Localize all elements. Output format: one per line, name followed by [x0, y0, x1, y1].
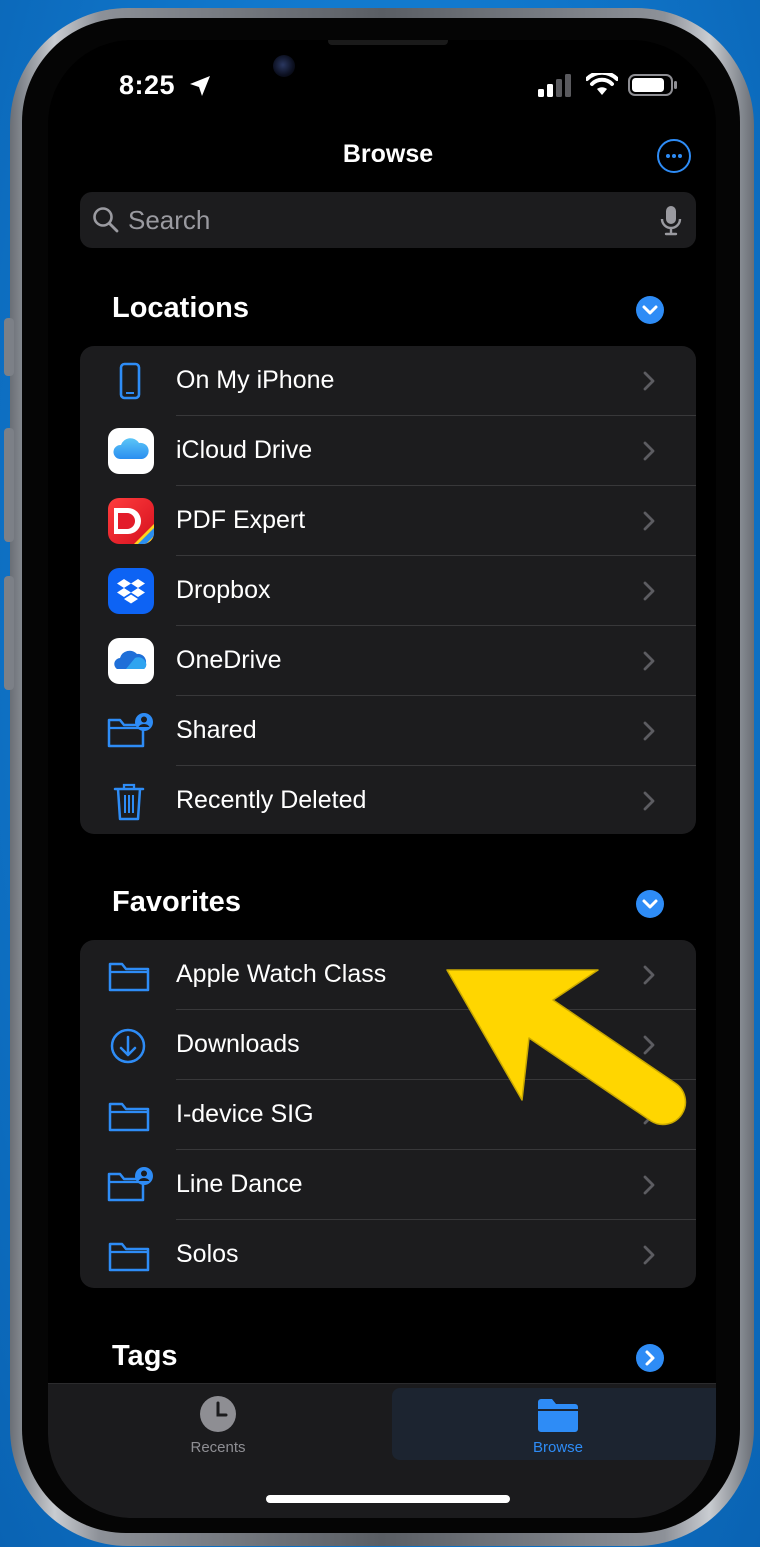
shared-folder-icon [107, 1167, 153, 1202]
iphone-icon [119, 362, 141, 400]
location-dropbox[interactable]: Dropbox [80, 556, 696, 626]
location-shared[interactable]: Shared [80, 696, 696, 766]
favorite-label: Apple Watch Class [176, 960, 387, 988]
favorite-solos[interactable]: Solos [80, 1220, 696, 1290]
folder-filled-icon [538, 1399, 578, 1432]
chevron-right-icon [643, 1175, 655, 1195]
shared-folder-icon [107, 713, 153, 748]
location-arrow-icon [190, 76, 210, 96]
chevron-right-icon [643, 511, 655, 531]
chevron-down-icon [642, 899, 658, 909]
favorite-line-dance[interactable]: Line Dance [80, 1150, 696, 1220]
folder-icon [108, 1242, 150, 1272]
battery-icon [628, 74, 677, 96]
folder-icon [108, 1102, 150, 1132]
chevron-down-icon [642, 305, 658, 315]
search-bar[interactable] [80, 192, 696, 248]
chevron-right-icon [643, 791, 655, 811]
page-title: Browse [342, 140, 434, 168]
tags-expand-toggle[interactable] [636, 1344, 664, 1372]
download-circle-icon [110, 1028, 146, 1064]
location-icloud-drive[interactable]: iCloud Drive [80, 416, 696, 486]
chevron-right-icon [643, 1245, 655, 1265]
front-camera [273, 55, 295, 77]
tags-header: Tags [112, 1340, 178, 1372]
tab-recents[interactable]: Recents [118, 1384, 318, 1464]
tab-recents-label: Recents [190, 1439, 246, 1456]
locations-list: On My iPhone iCloud Drive PDF Expert Dro… [80, 346, 696, 834]
chevron-right-icon [643, 721, 655, 741]
cellular-signal-icon [538, 74, 571, 97]
phone-screen: 8:25 Browse Search Locations On My iPhon… [48, 40, 716, 1518]
tab-browse-label: Browse [532, 1439, 584, 1456]
favorite-label: Downloads [176, 1030, 300, 1058]
favorite-label: Line Dance [176, 1170, 303, 1198]
folder-icon [108, 962, 150, 992]
chevron-right-icon [643, 651, 655, 671]
favorite-label: Solos [176, 1240, 239, 1268]
location-on-my-iphone[interactable]: On My iPhone [80, 346, 696, 416]
location-label: Shared [176, 716, 257, 744]
speaker-grille [328, 40, 448, 45]
wifi-icon [586, 73, 618, 95]
clock-icon [200, 1396, 236, 1432]
location-label: OneDrive [176, 646, 282, 674]
location-onedrive[interactable]: OneDrive [80, 626, 696, 696]
microphone-icon[interactable] [660, 205, 682, 237]
onedrive-icon [108, 638, 154, 684]
location-label: Dropbox [176, 576, 271, 604]
locations-header: Locations [112, 292, 249, 324]
status-time: 8:25 [119, 70, 176, 100]
search-input[interactable] [128, 204, 628, 236]
favorites-collapse-toggle[interactable] [636, 890, 664, 918]
icloud-icon [108, 428, 154, 474]
chevron-right-icon [643, 371, 655, 391]
chevron-right-icon [645, 1350, 655, 1366]
volume-up-button [4, 428, 14, 542]
location-pdf-expert[interactable]: PDF Expert [80, 486, 696, 556]
yellow-arrow-icon [446, 969, 687, 1126]
location-label: iCloud Drive [176, 436, 313, 464]
chevron-right-icon [643, 441, 655, 461]
location-label: Recently Deleted [176, 786, 367, 814]
location-label: On My iPhone [176, 366, 335, 394]
volume-down-button [4, 576, 14, 690]
pdf-expert-icon [108, 498, 154, 544]
dropbox-icon [108, 568, 154, 614]
favorites-header: Favorites [112, 886, 241, 918]
home-indicator[interactable] [266, 1495, 510, 1503]
favorite-label: I-device SIG [176, 1100, 314, 1128]
location-recently-deleted[interactable]: Recently Deleted [80, 766, 696, 836]
trash-icon [113, 783, 145, 821]
more-options-button[interactable] [657, 139, 691, 173]
location-label: PDF Expert [176, 506, 306, 534]
chevron-right-icon [643, 581, 655, 601]
locations-collapse-toggle[interactable] [636, 296, 664, 324]
tab-browse[interactable]: Browse [458, 1384, 658, 1464]
search-icon [93, 207, 119, 233]
mute-switch [4, 318, 14, 376]
